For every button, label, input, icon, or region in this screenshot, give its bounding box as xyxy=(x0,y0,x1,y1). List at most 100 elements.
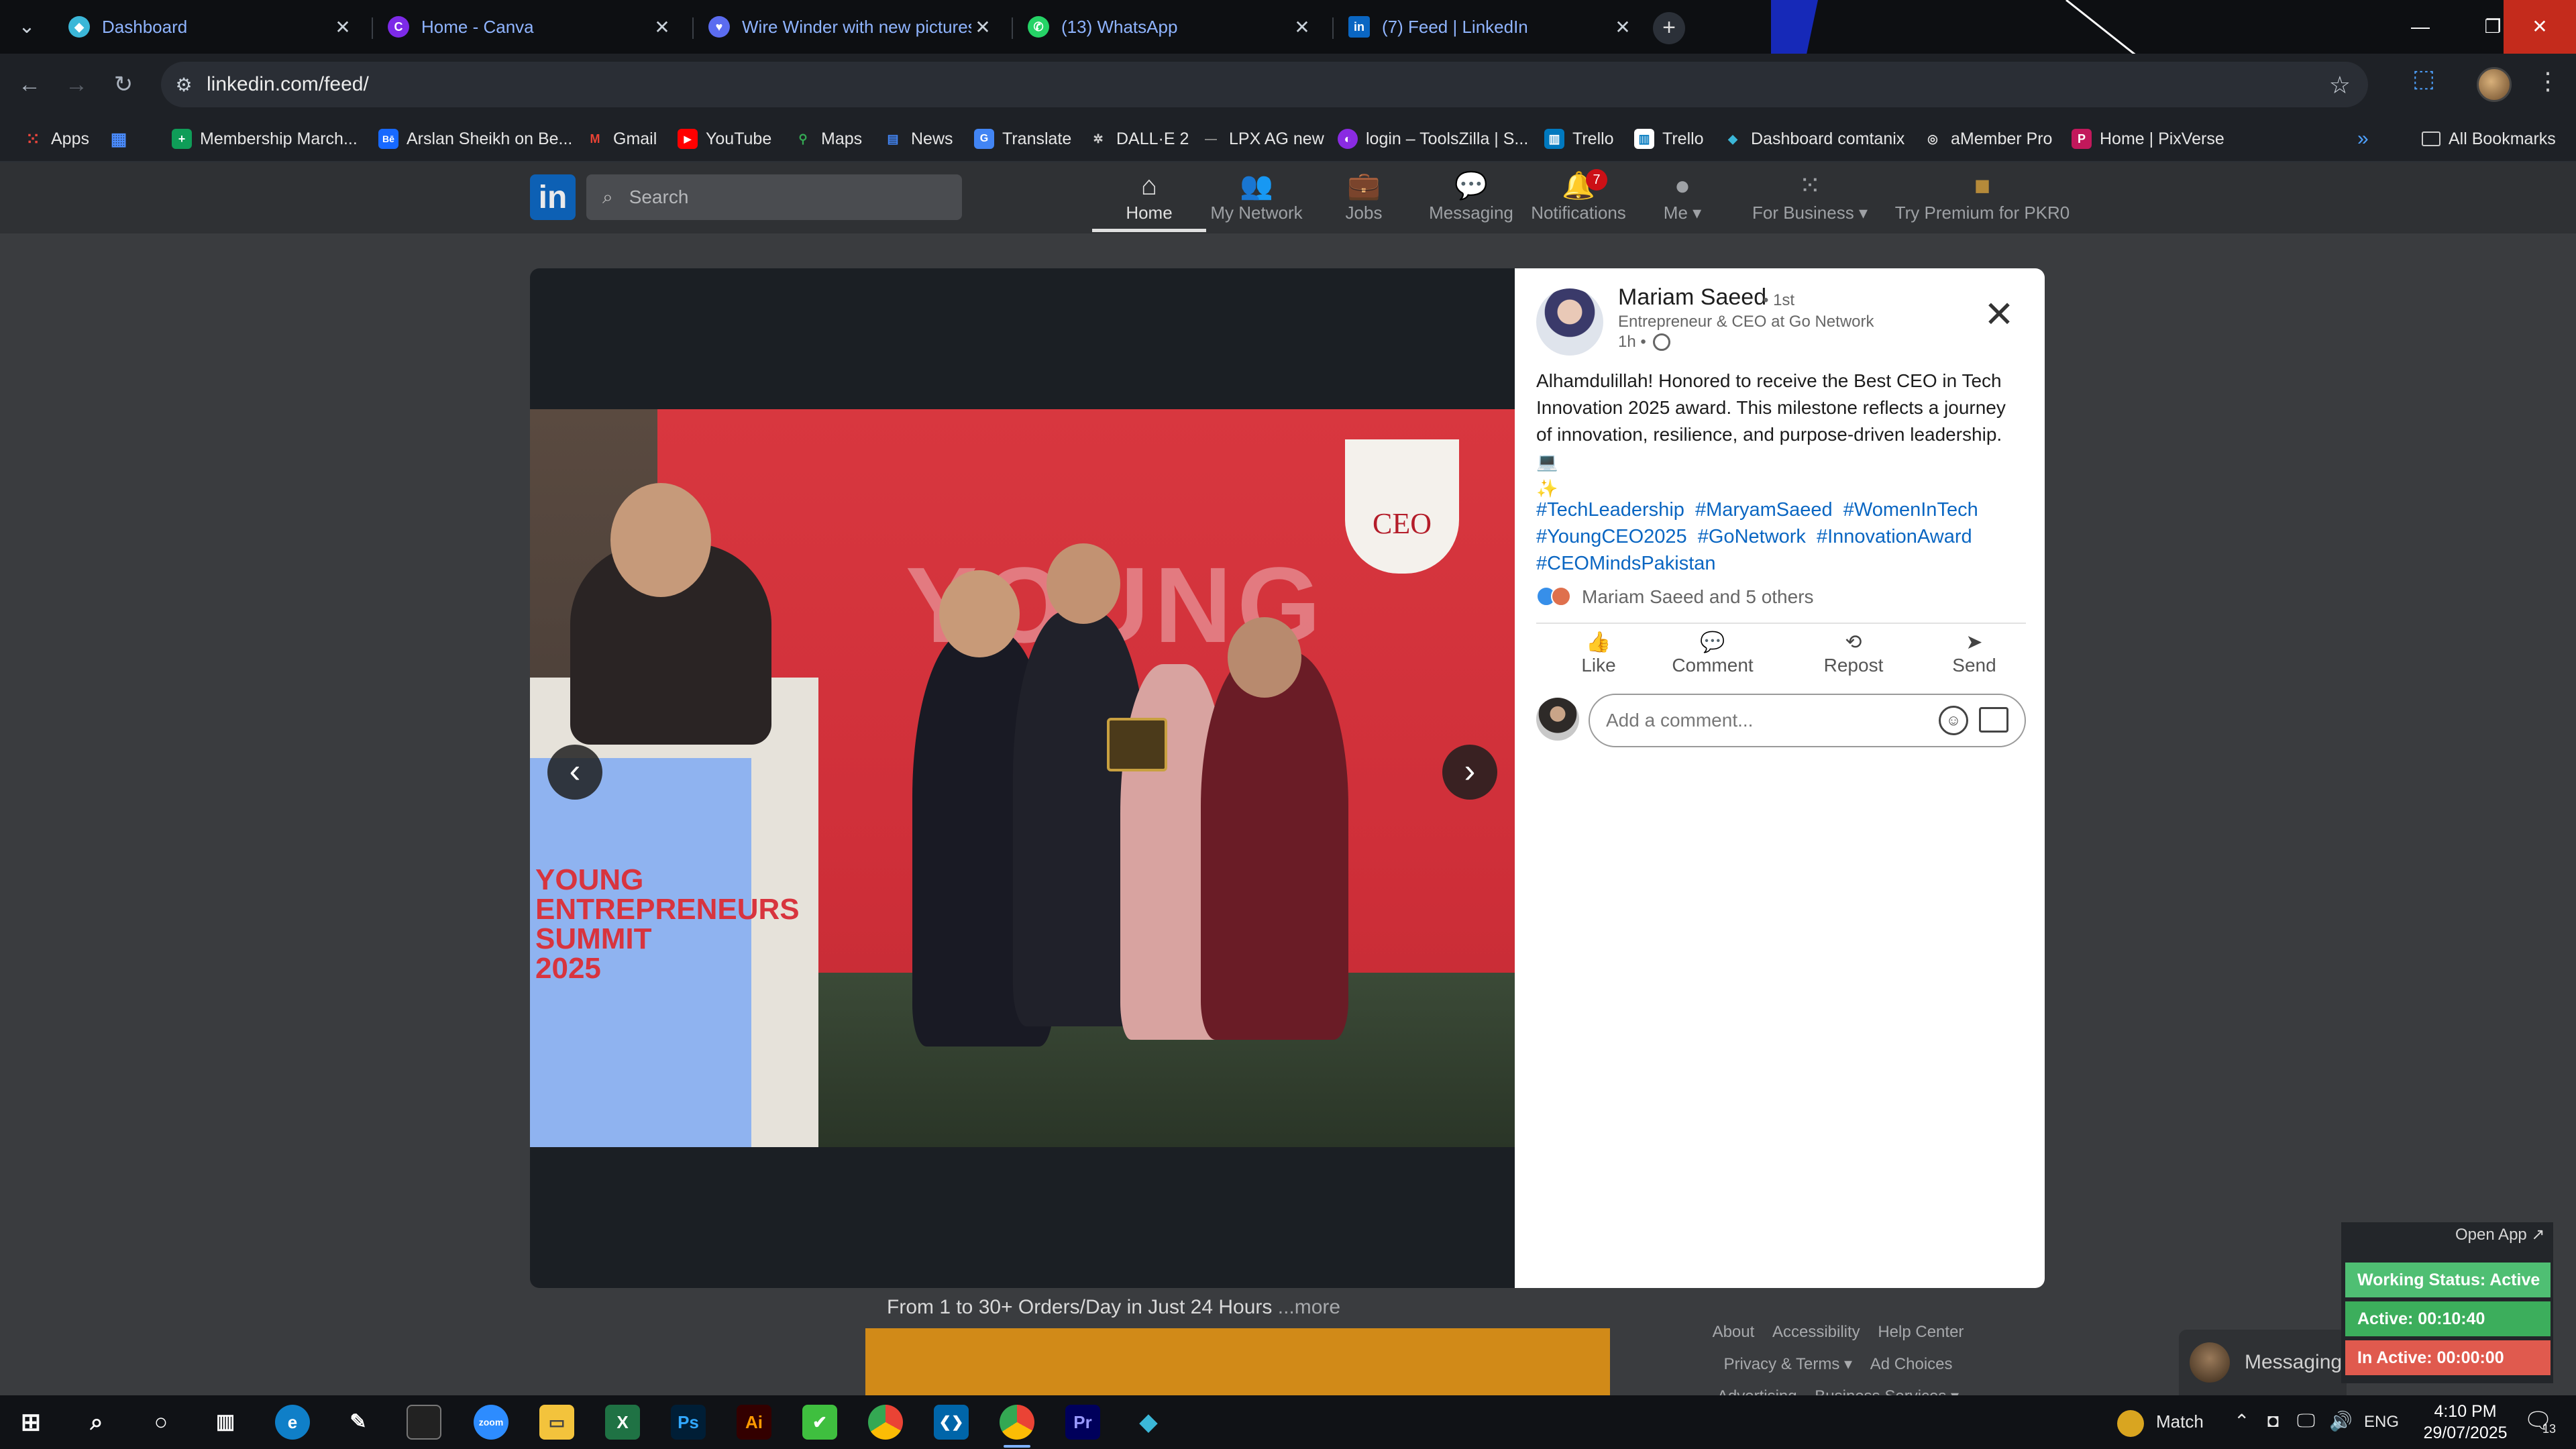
bookmark-trello-1[interactable]: ▥ Trello xyxy=(1544,125,1614,153)
tray-chevron-up-icon[interactable]: ⌃ xyxy=(2234,1410,2249,1432)
nav-try-premium[interactable]: ■ Try Premium for PKR0 xyxy=(1878,168,2086,232)
tab-close-icon[interactable]: ✕ xyxy=(971,16,994,38)
bookmark-trello-2[interactable]: ▥ Trello xyxy=(1634,125,1704,153)
hashtag-link[interactable]: #GoNetwork xyxy=(1698,526,1806,547)
hashtag-link[interactable]: #TechLeadership xyxy=(1536,499,1684,521)
nav-jobs[interactable]: 💼 Jobs xyxy=(1307,168,1421,232)
profile-avatar[interactable] xyxy=(2477,67,2512,102)
chrome-profile-icon[interactable] xyxy=(1000,1405,1034,1440)
send-button[interactable]: ➤ Send xyxy=(1917,628,2031,688)
like-button[interactable]: 👍 Like xyxy=(1542,628,1656,688)
volume-icon[interactable]: 🔊 xyxy=(2329,1410,2353,1432)
comtanix-app-icon[interactable]: ◆ xyxy=(1131,1405,1166,1440)
comment-button[interactable]: 💬 Comment xyxy=(1656,628,1770,688)
tab-close-icon[interactable]: ✕ xyxy=(1611,16,1634,38)
open-app-link[interactable]: Open App ↗ xyxy=(2455,1225,2545,1244)
hashtag-link[interactable]: #CEOMindsPakistan xyxy=(1536,553,1716,574)
vscode-icon[interactable]: ❮❯ xyxy=(934,1405,969,1440)
bookmark-behance[interactable]: Bē Arslan Sheikh on Be... xyxy=(378,125,572,153)
previous-image-button[interactable]: ‹ xyxy=(547,745,602,800)
cortana-circle-icon[interactable]: ○ xyxy=(144,1405,178,1440)
hashtag-link[interactable]: #YoungCEO2025 xyxy=(1536,526,1687,547)
task-view-icon[interactable]: ▥ xyxy=(208,1405,243,1440)
nav-home[interactable]: ⌂ Home xyxy=(1092,168,1206,232)
forward-button[interactable]: → xyxy=(59,67,94,102)
weather-icon[interactable] xyxy=(2117,1410,2144,1437)
messaging-dock[interactable]: Messaging xyxy=(2179,1330,2347,1395)
bookmark-grid[interactable]: ▦ xyxy=(109,125,137,153)
terminal-icon[interactable] xyxy=(407,1405,441,1440)
nav-messaging[interactable]: 💬 Messaging xyxy=(1414,168,1528,232)
hashtag-link[interactable]: #MaryamSaeed xyxy=(1695,499,1833,521)
omnibox[interactable]: ⚙ linkedin.com/feed/ ☆ xyxy=(161,62,2368,107)
tab-close-icon[interactable]: ✕ xyxy=(651,16,674,38)
image-upload-icon[interactable] xyxy=(1979,707,2008,733)
bookmark-dalle[interactable]: ✲ DALL·E 2 xyxy=(1088,125,1189,153)
bookmark-star-icon[interactable]: ☆ xyxy=(2329,71,2351,99)
bookmark-pixverse[interactable]: P Home | PixVerse xyxy=(2072,125,2224,153)
back-button[interactable]: ← xyxy=(12,67,47,102)
footer-link-privacy-terms[interactable]: Privacy & Terms xyxy=(1723,1355,1839,1373)
tab-wire-winder[interactable]: ♥ Wire Winder with new pictures ✕ xyxy=(694,5,1009,48)
hashtag-link[interactable]: #InnovationAward xyxy=(1817,526,1972,547)
illustrator-icon[interactable]: Ai xyxy=(737,1405,771,1440)
bookmark-membership[interactable]: + Membership March... xyxy=(172,125,358,153)
footer-link-about[interactable]: About xyxy=(1713,1323,1755,1341)
author-name[interactable]: Mariam Saeed xyxy=(1618,284,1766,311)
tab-close-icon[interactable]: ✕ xyxy=(1291,16,1313,38)
bookmark-news[interactable]: ▤ News xyxy=(883,125,953,153)
bookmark-apps[interactable]: ⁙ Apps xyxy=(23,125,89,153)
photoshop-icon[interactable]: Ps xyxy=(671,1405,706,1440)
tab-search-chevron-icon[interactable]: ⌄ xyxy=(12,12,42,42)
nav-my-network[interactable]: 👥 My Network xyxy=(1199,168,1313,232)
reactions-summary[interactable]: Mariam Saeed and 5 others xyxy=(1536,586,1814,608)
close-window-button[interactable]: ✕ xyxy=(2504,0,2576,54)
close-modal-button[interactable]: ✕ xyxy=(1978,294,2021,337)
search-icon[interactable]: ⌕ xyxy=(79,1405,114,1440)
zoom-icon[interactable]: zoom xyxy=(474,1405,508,1440)
bookmark-youtube[interactable]: ▶ YouTube xyxy=(678,125,771,153)
comment-input[interactable]: Add a comment... ☺ xyxy=(1589,694,2026,747)
all-bookmarks[interactable]: All Bookmarks xyxy=(2422,125,2556,153)
nav-notifications[interactable]: 🔔 7 Notifications xyxy=(1521,168,1635,232)
author-avatar[interactable] xyxy=(1536,288,1603,356)
footer-link-accessibility[interactable]: Accessibility xyxy=(1772,1323,1860,1341)
network-icon[interactable]: 🖵 xyxy=(2297,1410,2315,1432)
reload-button[interactable]: ↻ xyxy=(106,67,141,102)
meet-now-icon[interactable]: ◘ xyxy=(2267,1410,2279,1432)
excel-icon[interactable]: X xyxy=(605,1405,640,1440)
tab-linkedin[interactable]: in (7) Feed | LinkedIn ✕ xyxy=(1334,5,1649,48)
tab-dashboard[interactable]: ◆ Dashboard ✕ xyxy=(54,5,369,48)
pen-tool-icon[interactable]: ✎ xyxy=(341,1405,376,1440)
windows-start-icon[interactable]: ⊞ xyxy=(13,1405,48,1440)
camtasia-icon[interactable]: ✔ xyxy=(802,1405,837,1440)
search-input[interactable]: ⌕ Search xyxy=(586,174,962,220)
linkedin-logo[interactable]: in xyxy=(530,174,576,220)
bookmark-comtanix[interactable]: ◆ Dashboard comtanix xyxy=(1723,125,1904,153)
bookmark-gmail[interactable]: M Gmail xyxy=(585,125,657,153)
bookmark-translate[interactable]: G Translate xyxy=(974,125,1071,153)
edge-icon[interactable]: e xyxy=(275,1405,310,1440)
footer-link-help-center[interactable]: Help Center xyxy=(1878,1323,1964,1341)
minimize-button[interactable]: — xyxy=(2384,0,2457,54)
emoji-icon[interactable]: ☺ xyxy=(1939,706,1968,735)
tab-close-icon[interactable]: ✕ xyxy=(331,16,354,38)
tab-canva[interactable]: C Home - Canva ✕ xyxy=(373,5,688,48)
bookmark-toolszilla[interactable]: ◐ login – ToolsZilla | S... xyxy=(1338,125,1528,153)
footer-link-ad-choices[interactable]: Ad Choices xyxy=(1870,1355,1953,1373)
system-clock[interactable]: 4:10 PM 29/07/2025 xyxy=(2408,1401,2522,1444)
site-info-icon[interactable]: ⚙ xyxy=(161,74,207,96)
extensions-puzzle-icon[interactable]: ⬚ xyxy=(2412,64,2435,93)
url-text[interactable]: linkedin.com/feed/ xyxy=(207,73,369,96)
file-explorer-icon[interactable]: ▭ xyxy=(539,1405,574,1440)
hashtag-link[interactable]: #WomenInTech xyxy=(1843,499,1978,521)
repost-button[interactable]: ⟲ Repost xyxy=(1796,628,1911,688)
bookmark-lpx[interactable]: — LPX AG new xyxy=(1201,125,1324,153)
menu-kebab-icon[interactable]: ⋮ xyxy=(2536,67,2560,95)
see-more-link[interactable]: ...more xyxy=(1278,1296,1340,1318)
bookmark-amember[interactable]: ◎ aMember Pro xyxy=(1923,125,2052,153)
more-bookmarks-chevron-icon[interactable]: » xyxy=(2357,125,2369,153)
nav-for-business[interactable]: ⁙ For Business ▾ xyxy=(1750,168,1870,232)
next-image-button[interactable]: › xyxy=(1442,745,1497,800)
new-tab-button[interactable]: + xyxy=(1653,12,1685,44)
